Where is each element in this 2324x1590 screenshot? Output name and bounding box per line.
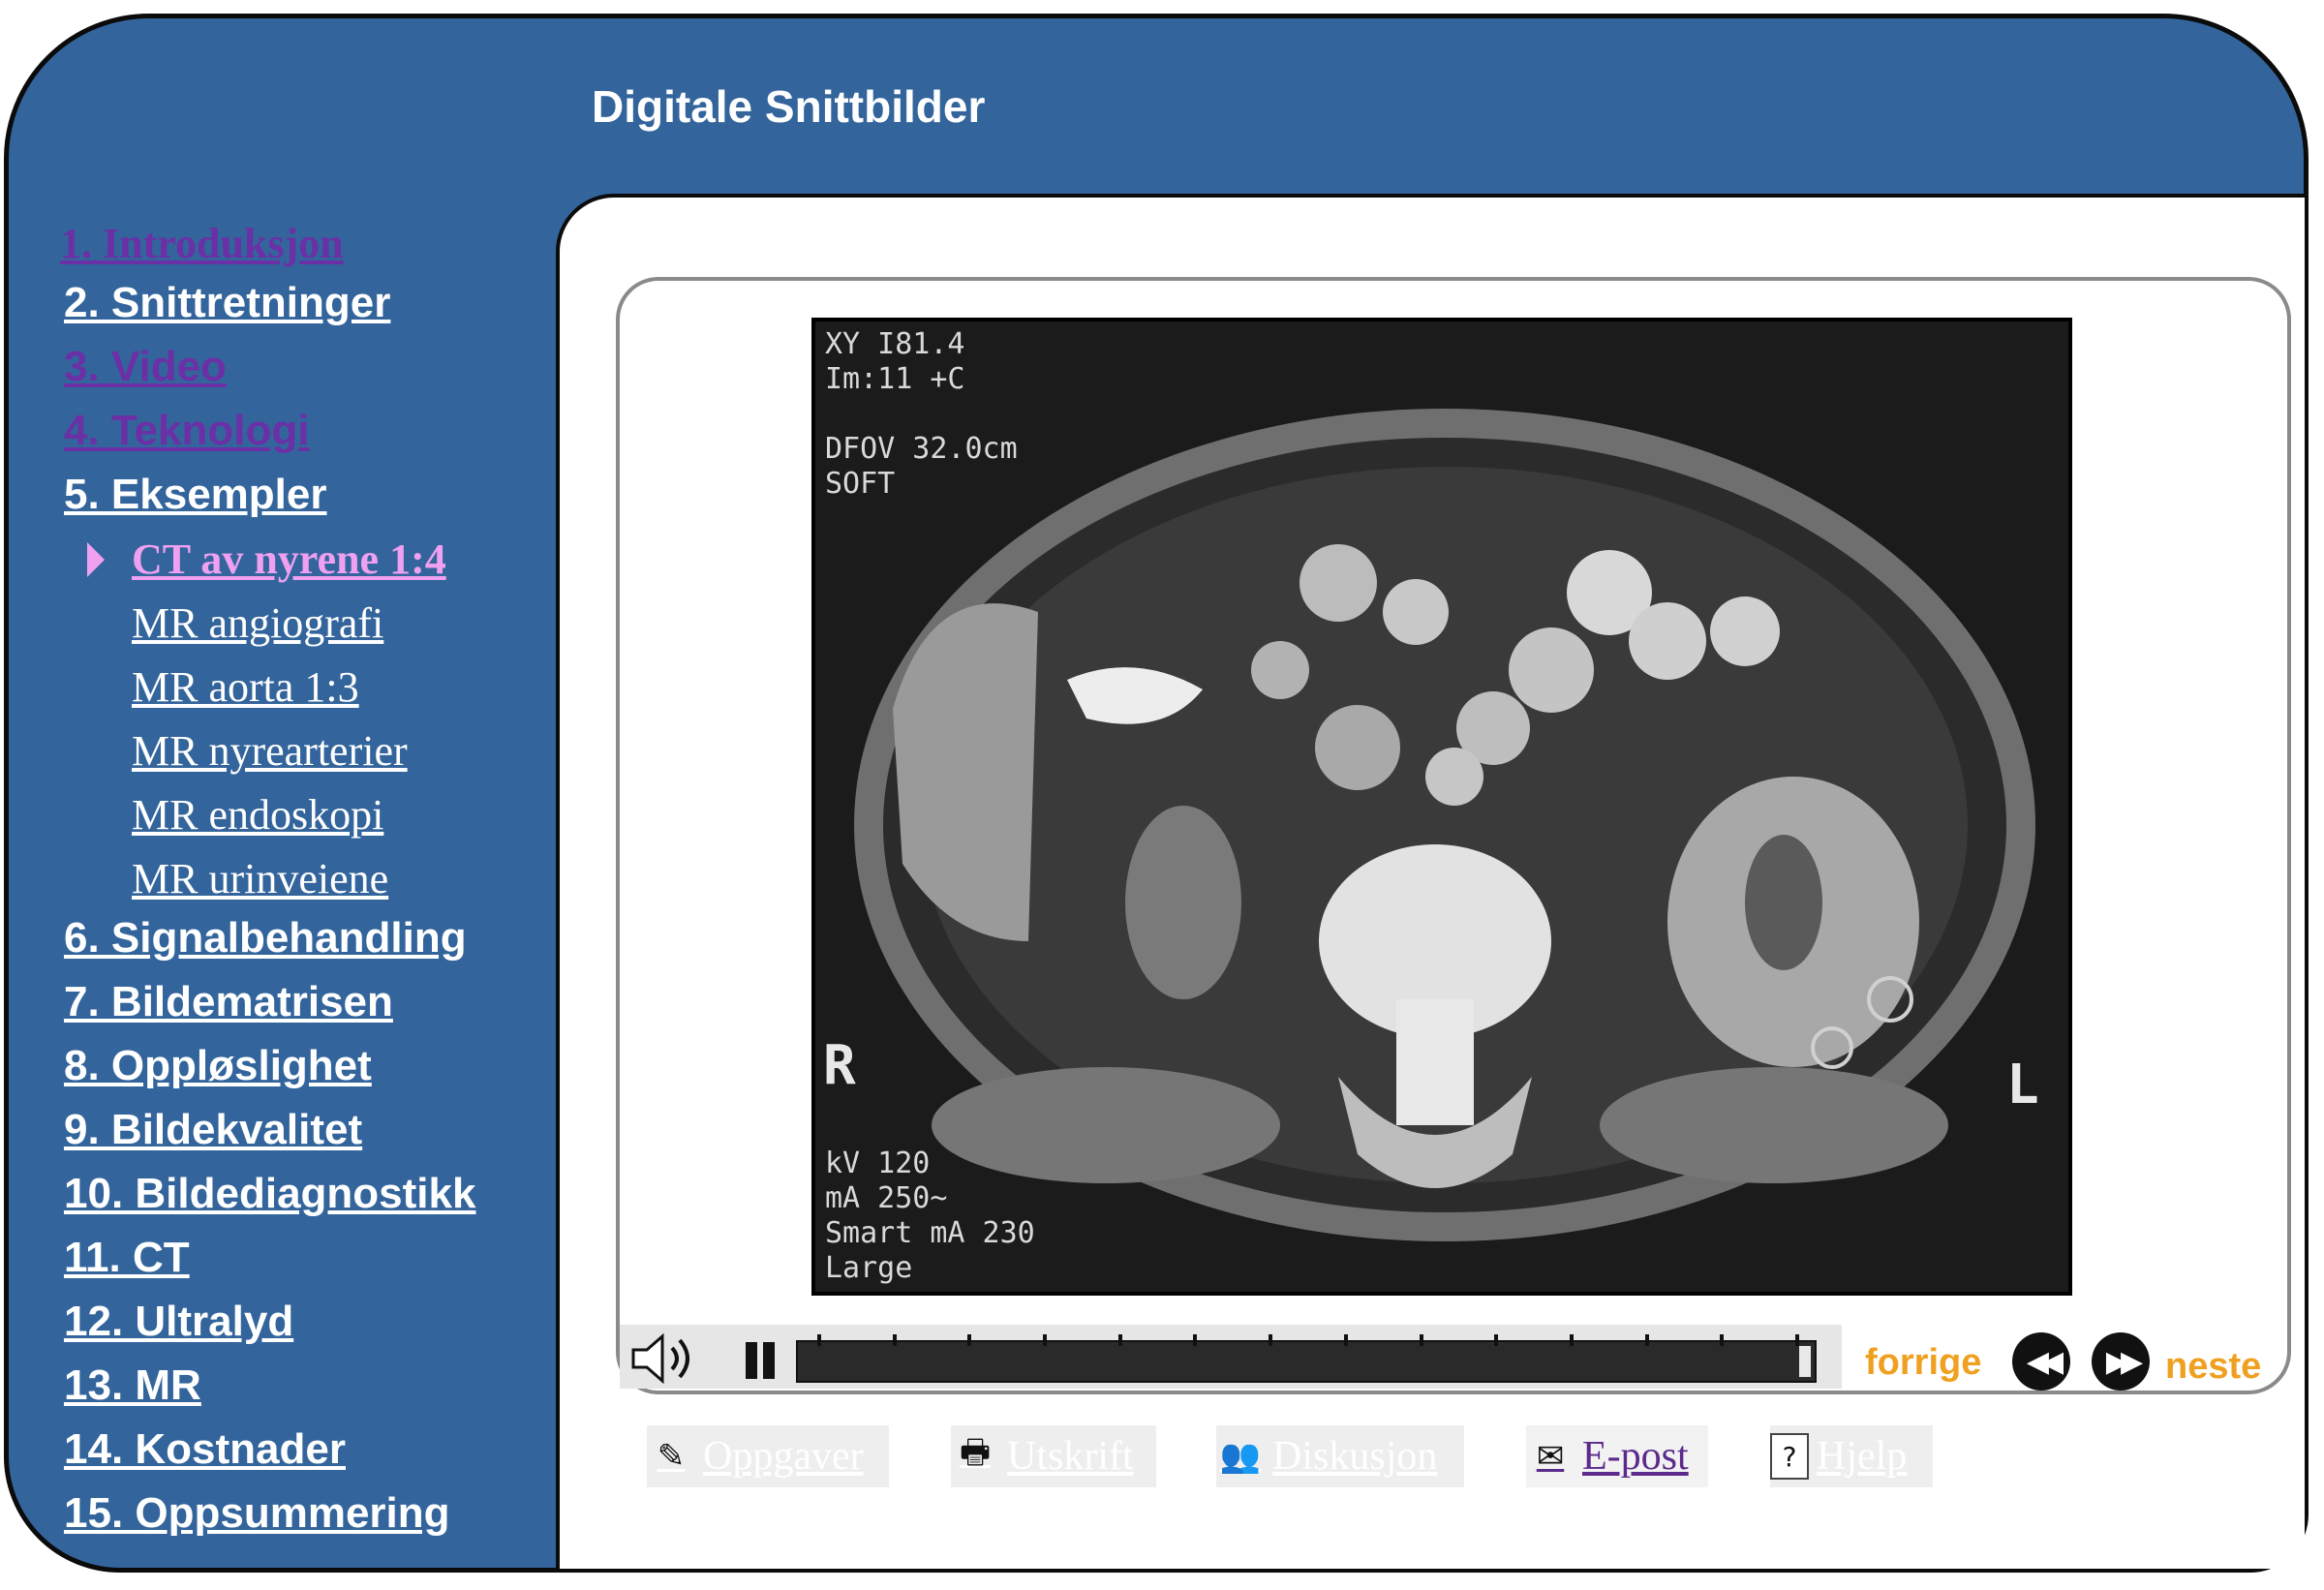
nav-item-opploslighet[interactable]: 8. Oppløslighet [64, 1042, 372, 1090]
pause-bar [746, 1342, 757, 1379]
envelope-icon: ✉ [1536, 1437, 1565, 1476]
scan-parameters-bottom: kV 120 mA 250~ Smart mA 230 Large [825, 1147, 1035, 1285]
orientation-marker-left: L [2006, 1054, 2039, 1116]
progress-tick [1269, 1334, 1272, 1346]
progress-tick [1118, 1334, 1122, 1346]
help-label: Hjelp [1817, 1434, 1908, 1479]
email-label: E-post [1582, 1434, 1689, 1479]
tasks-button[interactable]: ✎ Oppgaver [647, 1425, 889, 1487]
nav-item-signalbehandling[interactable]: 6. Signalbehandling [64, 914, 467, 963]
nav-item-eksempler[interactable]: 5. Eksempler [64, 471, 327, 519]
progress-fill [798, 1342, 1815, 1381]
progress-tick [1570, 1334, 1574, 1346]
pause-bar [763, 1342, 775, 1379]
speaker-icon[interactable] [629, 1332, 703, 1385]
nav-item-ultralyd[interactable]: 12. Ultralyd [64, 1298, 293, 1346]
page-title: Digitale Snittbilder [592, 81, 986, 132]
printer-icon: 🖶 [959, 1432, 992, 1472]
progress-handle[interactable] [1799, 1346, 1811, 1377]
nav-item-introduksjon[interactable]: 1. Introduksjon [60, 219, 344, 268]
nav-item-bildematrisen[interactable]: 7. Bildematrisen [64, 978, 393, 1026]
nav-item-teknologi[interactable]: 4. Teknologi [64, 407, 309, 455]
nav-subitem-ct-nyrene[interactable]: CT av nyrene 1:4 [132, 535, 446, 584]
nav-item-mr[interactable]: 13. MR [64, 1361, 201, 1410]
nav-item-ct[interactable]: 11. CT [64, 1234, 190, 1282]
nav-item-label: 1. Introduksjon [60, 220, 344, 267]
nav-subitem-mr-angiografi[interactable]: MR angiografi [132, 598, 383, 648]
fast-forward-icon[interactable]: ▶▶ [2092, 1332, 2150, 1391]
discussion-button[interactable]: 👥 Diskusjon [1216, 1425, 1464, 1487]
progress-tick [893, 1334, 897, 1346]
nav-item-kostnader[interactable]: 14. Kostnader [64, 1425, 346, 1474]
progress-tick [1344, 1334, 1348, 1346]
people-icon: 👥 [1219, 1437, 1262, 1476]
progress-tick [1720, 1334, 1724, 1346]
print-button[interactable]: 🖶 Utskrift [951, 1425, 1156, 1487]
nav-subitem-mr-aorta[interactable]: MR aorta 1:3 [132, 662, 359, 712]
progress-tick [1795, 1334, 1799, 1346]
nav-item-bildediagnostikk[interactable]: 10. Bildediagnostikk [64, 1170, 475, 1218]
progress-track[interactable] [796, 1334, 1817, 1383]
scan-parameters-top: XY I81.4 Im:11 +C DFOV 32.0cm SOFT [825, 327, 1018, 501]
nav-item-video[interactable]: 3. Video [64, 343, 227, 391]
nav-subitem-mr-urinveiene[interactable]: MR urinveiene [132, 854, 388, 903]
progress-tick [817, 1334, 821, 1346]
nav-item-bildekvalitet[interactable]: 9. Bildekvalitet [64, 1106, 362, 1154]
progress-tick [967, 1334, 971, 1346]
current-item-arrow-icon [87, 542, 105, 577]
nav-subitem-mr-nyrearterier[interactable]: MR nyrearterier [132, 726, 408, 776]
discussion-label: Diskusjon [1272, 1434, 1438, 1479]
nav-item-oppsummering[interactable]: 15. Oppsummering [64, 1489, 450, 1538]
progress-tick [1420, 1334, 1423, 1346]
previous-label[interactable]: forrige [1865, 1342, 1981, 1384]
help-button[interactable]: ? Hjelp [1770, 1425, 1933, 1487]
tasks-label: Oppgaver [703, 1434, 864, 1479]
progress-tick [1043, 1334, 1047, 1346]
pause-button[interactable] [742, 1342, 780, 1381]
progress-tick [1494, 1334, 1498, 1346]
help-icon: ? [1770, 1433, 1809, 1480]
nav-subitem-mr-endoskopi[interactable]: MR endoskopi [132, 790, 383, 840]
next-label[interactable]: neste [2165, 1346, 2261, 1388]
rewind-icon[interactable]: ◀◀ [2012, 1332, 2070, 1391]
print-label: Utskrift [1007, 1434, 1134, 1479]
progress-tick [1193, 1334, 1197, 1346]
ct-scan-image: XY I81.4 Im:11 +C DFOV 32.0cm SOFT kV 12… [811, 318, 2072, 1296]
pencil-icon: ✎ [657, 1437, 686, 1476]
progress-tick [1645, 1334, 1649, 1346]
email-button[interactable]: ✉ E-post [1526, 1425, 1708, 1487]
nav-item-snittretninger[interactable]: 2. Snittretninger [64, 279, 390, 327]
orientation-marker-right: R [823, 1034, 856, 1097]
